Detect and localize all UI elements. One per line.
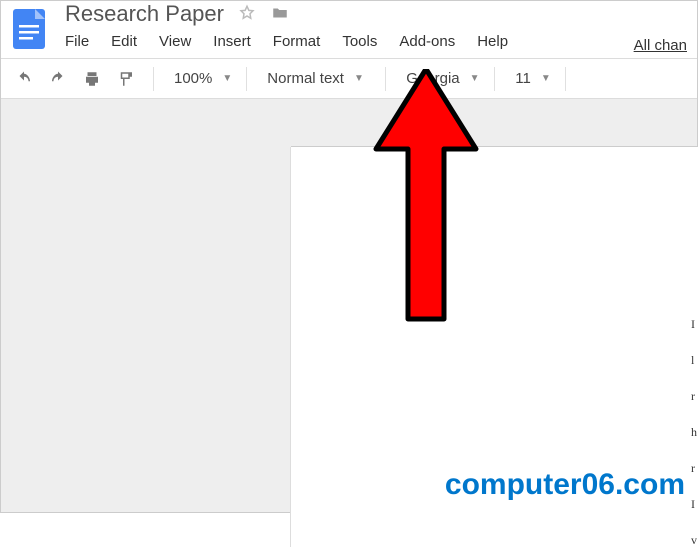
toolbar: 100% ▼ Normal text ▼ Georgia ▼ 11 ▼ [1,59,697,99]
changes-link[interactable]: All chan [634,37,687,54]
paragraph-style-select[interactable]: Normal text ▼ [261,70,371,87]
font-size-value: 11 [509,70,537,87]
toolbar-separator [385,67,386,91]
document-text-fragment: I l r h r I v [691,297,698,549]
menu-insert[interactable]: Insert [213,33,251,50]
font-family-select[interactable]: Georgia ▼ [400,70,480,87]
toolbar-separator [494,67,495,91]
zoom-select[interactable]: 100% ▼ [168,70,232,87]
chevron-down-icon: ▼ [222,73,232,84]
document-title[interactable]: Research Paper [65,1,224,27]
menu-add-ons[interactable]: Add-ons [399,33,455,50]
menu-bar: File Edit View Insert Format Tools Add-o… [65,33,634,50]
font-family-label: Georgia [400,70,465,87]
toolbar-separator [565,67,566,91]
chevron-down-icon: ▼ [541,73,551,84]
workspace: I l r h r I v [1,99,697,512]
toolbar-separator [153,67,154,91]
menu-view[interactable]: View [159,33,191,50]
folder-icon[interactable] [270,4,290,25]
menu-file[interactable]: File [65,33,89,50]
menu-format[interactable]: Format [273,33,321,50]
menu-edit[interactable]: Edit [111,33,137,50]
print-button[interactable] [79,66,105,92]
google-docs-icon[interactable] [11,7,47,51]
chevron-down-icon: ▼ [354,73,364,84]
document-header: Research Paper File Edit View Insert For… [65,7,634,50]
menu-help[interactable]: Help [477,33,508,50]
document-page[interactable]: I l r h r I v [291,147,698,547]
paragraph-style-label: Normal text [261,70,350,87]
paint-format-button[interactable] [113,66,139,92]
menu-tools[interactable]: Tools [342,33,377,50]
chevron-down-icon: ▼ [470,73,480,84]
toolbar-separator [246,67,247,91]
star-icon[interactable] [238,4,256,25]
font-size-select[interactable]: 11 ▼ [509,70,550,87]
zoom-value: 100% [168,70,218,87]
undo-button[interactable] [11,66,37,92]
header-bar: Research Paper File Edit View Insert For… [1,1,697,59]
redo-button[interactable] [45,66,71,92]
